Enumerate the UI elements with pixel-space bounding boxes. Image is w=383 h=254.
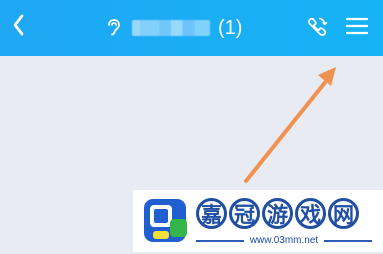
watermark-divider xyxy=(324,239,373,242)
watermark: 嘉 冠 游 戏 网 www.03mm.net xyxy=(133,190,383,252)
watermark-char: 网 xyxy=(328,198,359,229)
watermark-url: www.03mm.net xyxy=(196,235,373,246)
watermark-char: 戏 xyxy=(295,198,326,229)
watermark-url-text: www.03mm.net xyxy=(249,235,319,246)
watermark-divider xyxy=(196,239,244,242)
watermark-chars: 嘉 冠 游 戏 网 xyxy=(196,198,359,229)
watermark-char: 冠 xyxy=(229,198,260,229)
watermark-char: 游 xyxy=(262,198,293,229)
watermark-logo-icon xyxy=(137,193,193,249)
watermark-char: 嘉 xyxy=(196,198,227,229)
